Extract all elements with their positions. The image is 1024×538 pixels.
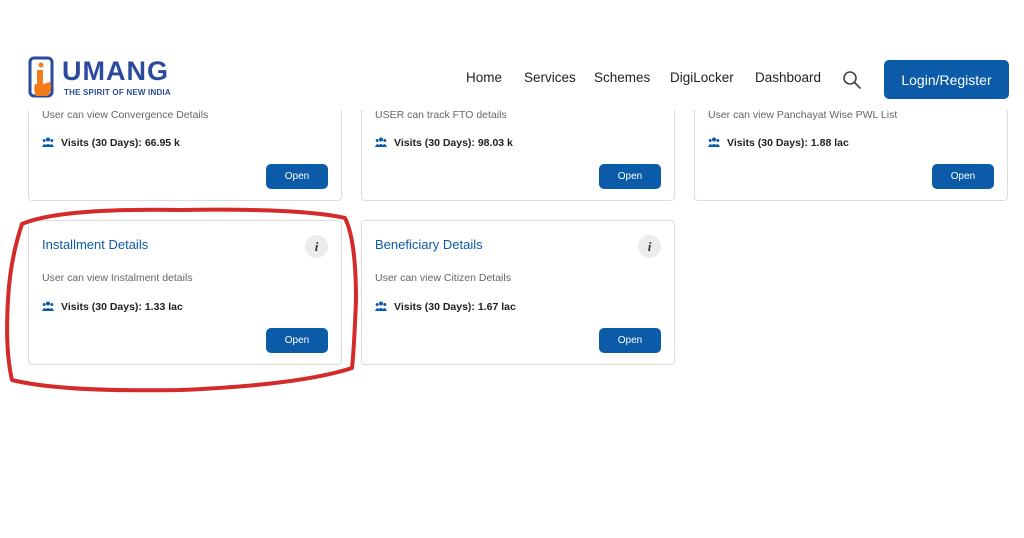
card-description: USER can track FTO details xyxy=(375,109,507,121)
service-card-installment: Installment Details i User can view Inst… xyxy=(28,220,342,365)
phone-hand-logo-icon xyxy=(28,56,54,98)
card-title[interactable]: Beneficiary Details xyxy=(375,237,483,252)
visits-count: Visits (30 Days): 1.67 lac xyxy=(375,301,516,313)
service-card-beneficiary: Beneficiary Details i User can view Citi… xyxy=(361,220,675,365)
nav-dashboard[interactable]: Dashboard xyxy=(755,70,821,85)
card-description: User can view Panchayat Wise PWL List xyxy=(708,109,898,121)
visits-count: Visits (30 Days): 66.95 k xyxy=(42,137,180,149)
login-register-button[interactable]: Login/Register xyxy=(884,60,1009,99)
card-title[interactable]: Installment Details xyxy=(42,237,148,252)
nav-home[interactable]: Home xyxy=(466,70,502,85)
visits-label: Visits (30 Days): 1.67 lac xyxy=(394,301,516,313)
site-header: UMANG THE SPIRIT OF NEW INDIA Home Servi… xyxy=(0,50,1024,110)
nav-services[interactable]: Services xyxy=(524,70,576,85)
visits-count: Visits (30 Days): 1.88 lac xyxy=(708,137,849,149)
open-button[interactable]: Open xyxy=(599,164,661,189)
open-button[interactable]: Open xyxy=(599,328,661,353)
users-icon xyxy=(375,301,387,311)
visits-count: Visits (30 Days): 98.03 k xyxy=(375,137,513,149)
open-button[interactable]: Open xyxy=(266,328,328,353)
nav-schemes[interactable]: Schemes xyxy=(594,70,650,85)
open-button[interactable]: Open xyxy=(932,164,994,189)
nav-digilocker[interactable]: DigiLocker xyxy=(670,70,734,85)
users-icon xyxy=(708,137,720,147)
visits-label: Visits (30 Days): 1.33 lac xyxy=(61,301,183,313)
open-button[interactable]: Open xyxy=(266,164,328,189)
card-description: User can view Convergence Details xyxy=(42,109,209,121)
users-icon xyxy=(42,137,54,147)
visits-label: Visits (30 Days): 66.95 k xyxy=(61,137,180,149)
search-icon[interactable] xyxy=(842,70,862,90)
umang-logo[interactable]: UMANG THE SPIRIT OF NEW INDIA xyxy=(28,56,198,102)
visits-count: Visits (30 Days): 1.33 lac xyxy=(42,301,183,313)
users-icon xyxy=(42,301,54,311)
visits-label: Visits (30 Days): 1.88 lac xyxy=(727,137,849,149)
users-icon xyxy=(375,137,387,147)
card-description: User can view Instalment details xyxy=(42,272,193,284)
logo-wordmark: UMANG xyxy=(62,56,169,86)
card-description: User can view Citizen Details xyxy=(375,272,511,284)
info-icon[interactable]: i xyxy=(305,235,328,258)
logo-tagline: THE SPIRIT OF NEW INDIA xyxy=(64,88,171,97)
visits-label: Visits (30 Days): 98.03 k xyxy=(394,137,513,149)
info-icon[interactable]: i xyxy=(638,235,661,258)
